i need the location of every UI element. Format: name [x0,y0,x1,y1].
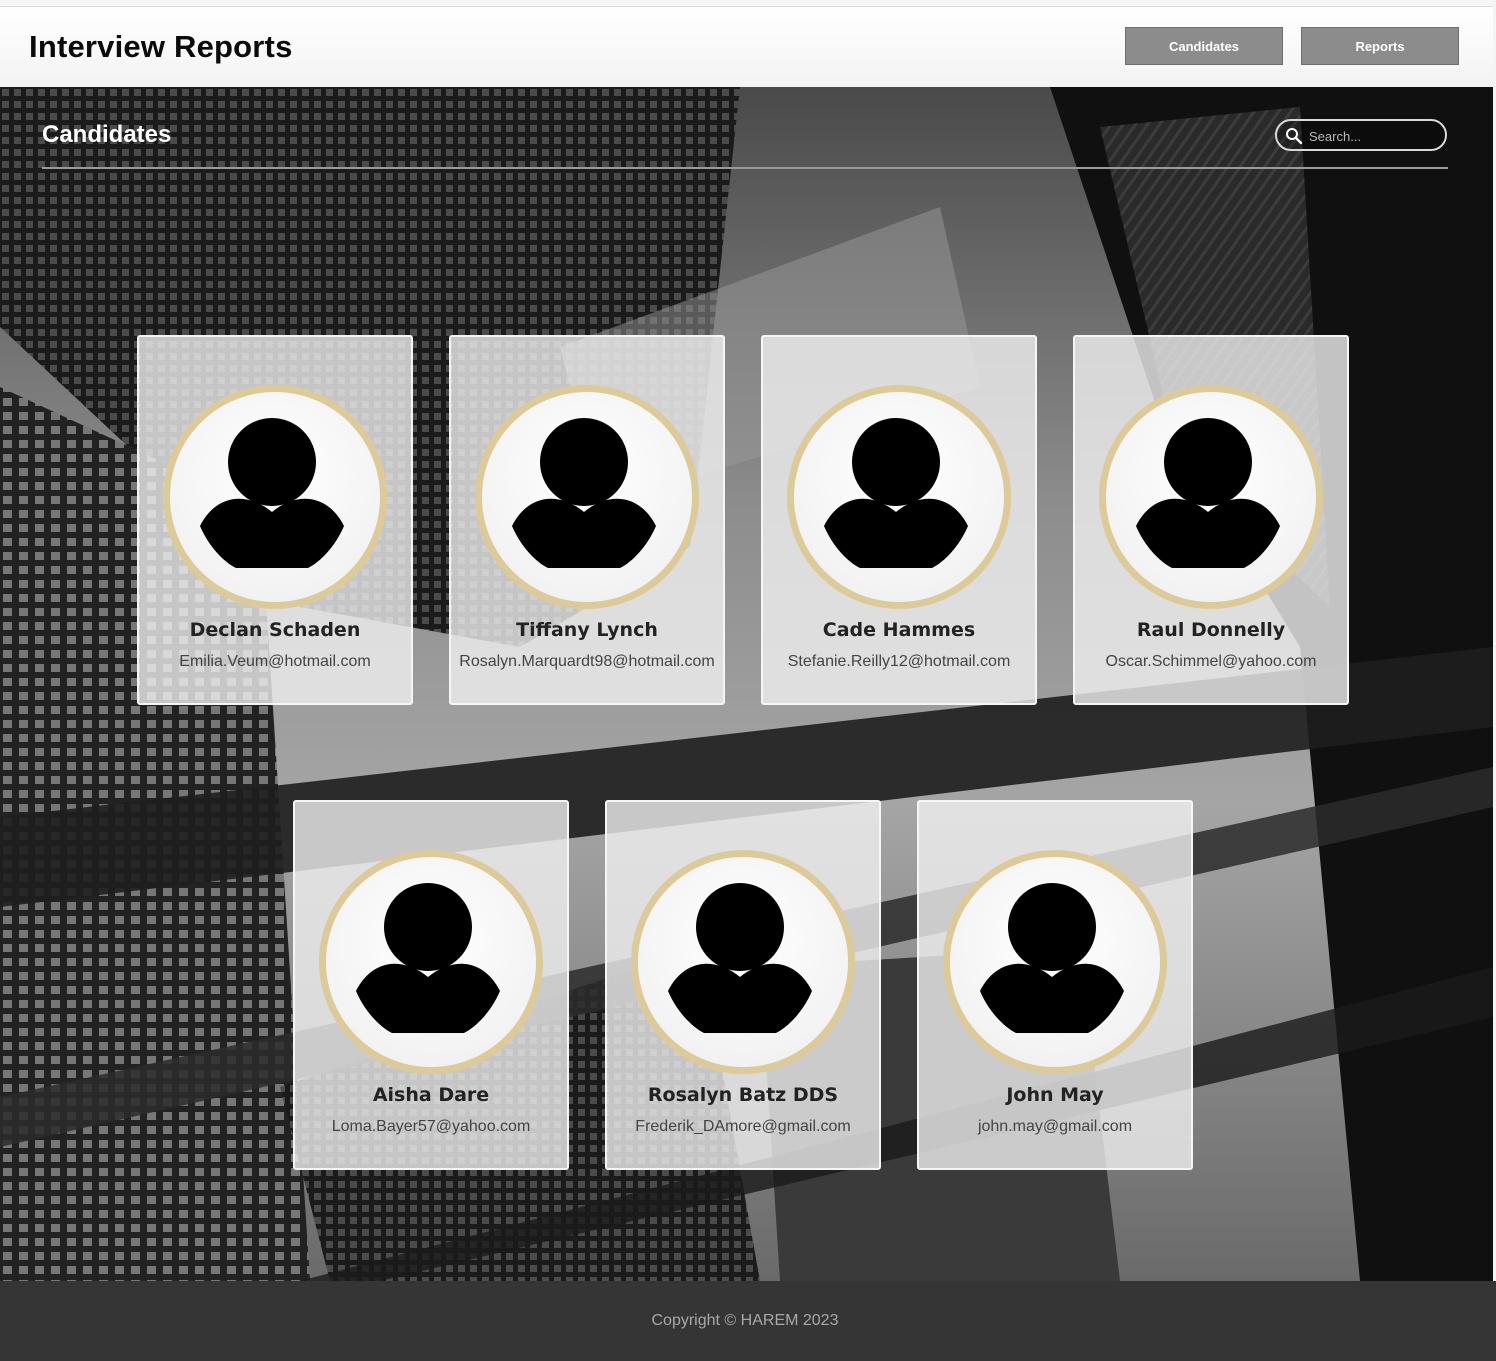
candidate-card[interactable]: John May john.may@gmail.com [917,800,1193,1170]
user-avatar-icon [163,385,387,609]
candidate-name: Aisha Dare [372,1084,490,1106]
candidate-card[interactable]: Raul Donnelly Oscar.Schimmel@yahoo.com [1073,335,1349,705]
candidate-name: John May [1006,1084,1104,1106]
candidate-email: Stefanie.Reilly12@hotmail.com [787,653,1011,670]
candidate-email: Oscar.Schimmel@yahoo.com [1105,653,1317,670]
search-icon [1286,128,1303,145]
candidate-email: Rosalyn.Marquardt98@hotmail.com [459,653,715,670]
copyright-text: Copyright © HAREM 2023 [651,1312,839,1329]
candidate-name: Raul Donnelly [1136,619,1286,641]
page-footer: Copyright © HAREM 2023 [0,1281,1496,1361]
candidate-name: Declan Schaden [189,619,361,641]
search-input[interactable] [1307,125,1441,147]
candidate-email: Frederik_DAmore@gmail.com [635,1118,851,1135]
candidate-card[interactable]: Declan Schaden Emilia.Veum@hotmail.com [137,335,413,705]
user-avatar-icon [943,850,1167,1074]
top-strip [0,0,1496,7]
user-avatar-icon [319,850,543,1074]
candidate-card[interactable]: Cade Hammes Stefanie.Reilly12@hotmail.co… [761,335,1037,705]
candidate-card[interactable]: Aisha Dare Loma.Bayer57@yahoo.com [293,800,569,1170]
user-avatar-icon [631,850,855,1074]
candidate-name: Tiffany Lynch [516,619,658,641]
app-header: Interview Reports Candidates Reports [0,7,1493,88]
section-divider [42,167,1448,169]
candidate-card[interactable]: Rosalyn Batz DDS Frederik_DAmore@gmail.c… [605,800,881,1170]
nav-candidates-button[interactable]: Candidates [1125,27,1283,65]
candidate-name: Cade Hammes [822,619,976,641]
app-title: Interview Reports [29,29,293,64]
user-avatar-icon [1099,385,1323,609]
user-avatar-icon [787,385,1011,609]
user-avatar-icon [475,385,699,609]
candidate-email: john.may@gmail.com [977,1118,1133,1135]
candidate-email: Emilia.Veum@hotmail.com [179,653,371,670]
candidate-card[interactable]: Tiffany Lynch Rosalyn.Marquardt98@hotmai… [449,335,725,705]
nav-reports-button[interactable]: Reports [1301,27,1459,65]
candidates-section: Candidates Declan Schaden Emilia.Veum@ho… [0,87,1493,1281]
candidate-name: Rosalyn Batz DDS [647,1084,839,1106]
search-box[interactable] [1275,119,1447,151]
section-title: Candidates [42,121,172,148]
candidate-email: Loma.Bayer57@yahoo.com [331,1118,531,1135]
